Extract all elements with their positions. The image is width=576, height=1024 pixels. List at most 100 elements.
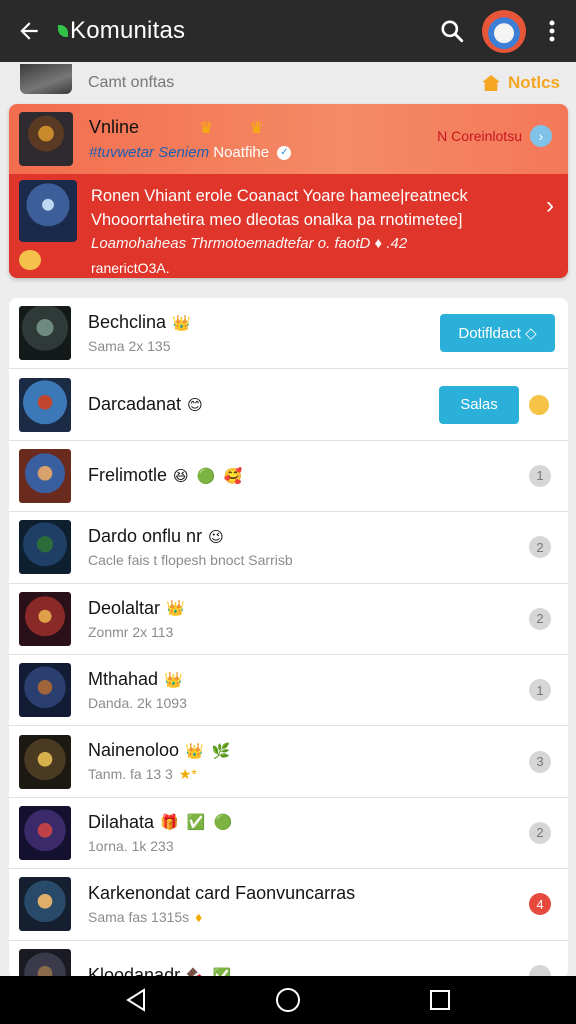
nav-home-button[interactable] bbox=[268, 980, 308, 1020]
emoji-icon: 🎁 ✅ 🟢 bbox=[160, 814, 235, 832]
notice-button[interactable]: Notlcs bbox=[482, 73, 560, 93]
list-item-name-row: Dardo onflu nr 😉 bbox=[88, 526, 529, 547]
list-item-meta-text: Sama fas 1315s bbox=[88, 909, 190, 926]
list-item-meta: Sama fas 1315s ♦ bbox=[88, 909, 529, 925]
strip-label: Camt onftas bbox=[88, 74, 175, 91]
list-item-name-row: Mthahad 👑 bbox=[88, 669, 529, 690]
list-item-info: Frelimotle 😆 🟢 🥰 bbox=[88, 465, 529, 486]
list-item[interactable]: Darcadanat 😊 Salas bbox=[9, 369, 568, 441]
list-item-name-row: Frelimotle 😆 🟢 🥰 bbox=[88, 465, 529, 486]
list-item-meta: Sama 2x 135 bbox=[88, 338, 440, 354]
avatar bbox=[19, 805, 71, 860]
featured-contact-button[interactable]: N Coreinlotsu › bbox=[437, 125, 552, 147]
list-item[interactable]: Mthahad 👑 Danda. 2k 1093 1 bbox=[9, 655, 568, 727]
list-item[interactable]: Kloodanadr 🍫 ✅ bbox=[9, 941, 568, 978]
list-item-name-row: Dilahata 🎁 ✅ 🟢 bbox=[88, 812, 529, 833]
message-line: Loamohaheas Thrmotoemadtefar o. faotD ♦ … bbox=[91, 235, 408, 252]
strip-thumbnail bbox=[20, 64, 72, 94]
emoji-icon: 😉 bbox=[208, 528, 226, 546]
app-title: Komunitas bbox=[58, 17, 185, 45]
featured-message[interactable]: Ronen Vhiant erole Coanact Yoare hamee|r… bbox=[9, 174, 568, 278]
list-item-name-row: Deolaltar 👑 bbox=[88, 598, 529, 619]
avatar bbox=[19, 520, 71, 575]
list-item-name: Karkenondat card Faonvuncarras bbox=[88, 883, 356, 904]
avatar bbox=[19, 377, 71, 432]
featured-subtitle: #tuvwetar Seniem Noatfihe ✓ bbox=[89, 144, 292, 161]
list-item[interactable]: Nainenoloo 👑 🌿 Tanm. fa 13 3 ★* 3 bbox=[9, 726, 568, 798]
list-item-meta: Danda. 2k 1093 bbox=[88, 695, 529, 711]
smiley-icon bbox=[529, 394, 549, 415]
community-list: Bechclina 👑 Sama 2x 135 Dotifldact ◇ Darcada… bbox=[9, 298, 568, 978]
avatar bbox=[19, 591, 71, 646]
list-item-meta-text: Zonmr 2x 113 bbox=[88, 623, 174, 640]
featured-handle: #tuvwetar Seniem bbox=[89, 144, 210, 161]
featured-card[interactable]: Vnline ♛ ♛ #tuvwetar Seniem Noatfihe ✓ N… bbox=[9, 104, 568, 278]
list-item-meta: Zonmr 2x 113 bbox=[88, 624, 529, 640]
nav-recents-button[interactable] bbox=[420, 980, 460, 1020]
profile-avatar[interactable] bbox=[482, 9, 526, 53]
unread-badge: 2 bbox=[529, 607, 551, 630]
list-item[interactable]: Karkenondat card Faonvuncarras Sama fas 1… bbox=[9, 869, 568, 941]
list-item-meta-text: Sama 2x 135 bbox=[88, 338, 171, 355]
featured-category: Noatfihe bbox=[213, 144, 270, 161]
list-item[interactable]: Deolaltar 👑 Zonmr 2x 113 2 bbox=[9, 584, 568, 655]
avatar bbox=[19, 948, 71, 978]
featured-avatar bbox=[19, 112, 73, 166]
avatar bbox=[19, 734, 71, 789]
list-item-info: Dardo onflu nr 😉 Cacle fais t flopesh bnoc… bbox=[88, 526, 529, 568]
chevron-right-icon[interactable]: › bbox=[546, 192, 554, 220]
list-item-name-row: Nainenoloo 👑 🌿 bbox=[88, 740, 529, 761]
star-icon: ♦ bbox=[195, 909, 203, 926]
list-item-info: Mthahad 👑 Danda. 2k 1093 bbox=[88, 669, 529, 711]
emoji-icon: 👑 🌿 bbox=[185, 742, 233, 760]
notice-label: Notlcs bbox=[508, 73, 560, 92]
list-item-name-row: Karkenondat card Faonvuncarras bbox=[88, 883, 529, 904]
home-circle-icon bbox=[276, 988, 300, 1012]
crown-icon: ♛ bbox=[199, 119, 214, 137]
list-item-name: Frelimotle bbox=[88, 465, 168, 486]
star-icon: ★* bbox=[178, 766, 197, 783]
list-item[interactable]: Dilahata 🎁 ✅ 🟢 1orna. 1k 233 2 bbox=[9, 798, 568, 870]
avatar bbox=[19, 306, 71, 361]
crown-icon: ♛ bbox=[249, 119, 264, 137]
avatar bbox=[19, 877, 71, 932]
list-item-name: Deolaltar bbox=[88, 597, 161, 618]
leaf-icon bbox=[58, 25, 68, 37]
list-item-meta: Cacle fais t flopesh bnoct Sarrisb bbox=[88, 552, 529, 568]
unread-badge: 1 bbox=[529, 679, 551, 702]
list-item-meta-text: 1orna. 1k 233 bbox=[88, 837, 174, 854]
list-item-meta: Tanm. fa 13 3 ★* bbox=[88, 766, 529, 783]
more-options-button[interactable] bbox=[538, 0, 566, 62]
action-button[interactable]: Salas bbox=[439, 385, 519, 424]
list-item[interactable]: Bechclina 👑 Sama 2x 135 Dotifldact ◇ bbox=[9, 298, 568, 370]
list-item-meta-text: Cacle fais t flopesh bnoct Sarrisb bbox=[88, 552, 293, 569]
emoji-icon: 👑 bbox=[164, 671, 185, 689]
back-arrow-icon bbox=[20, 22, 38, 40]
list-item-info: Darcadanat 😊 bbox=[88, 394, 439, 415]
featured-name: Vnline bbox=[89, 117, 140, 137]
emoji-icon: 👑 bbox=[166, 600, 187, 618]
contact-label: N Coreinlotsu bbox=[437, 128, 522, 144]
list-item-name: Mthahad bbox=[88, 669, 159, 690]
list-item-name: Dilahata bbox=[88, 811, 155, 832]
featured-header: Vnline ♛ ♛ #tuvwetar Seniem Noatfihe ✓ N… bbox=[9, 104, 568, 174]
recents-square-icon bbox=[430, 990, 450, 1010]
message-text: Ronen Vhiant erole Coanact Yoare hamee|r… bbox=[91, 184, 520, 278]
back-button[interactable] bbox=[0, 0, 58, 62]
message-avatar bbox=[19, 180, 77, 242]
list-item[interactable]: Dardo onflu nr 😉 Cacle fais t flopesh bnoc… bbox=[9, 512, 568, 584]
list-item-info: Karkenondat card Faonvuncarras Sama fas 1… bbox=[88, 883, 529, 925]
nav-back-button[interactable] bbox=[116, 980, 156, 1020]
contact-button[interactable]: Dotifldact ◇ bbox=[440, 314, 555, 353]
search-icon bbox=[441, 20, 464, 43]
featured-name-row: Vnline ♛ ♛ bbox=[89, 117, 291, 138]
list-item[interactable]: Frelimotle 😆 🟢 🥰 1 bbox=[9, 441, 568, 513]
notice-strip: Camt onftas Notlcs bbox=[0, 62, 576, 104]
list-item-meta-text: Danda. 2k 1093 bbox=[88, 695, 187, 712]
search-button[interactable] bbox=[432, 0, 472, 62]
list-item-name: Nainenoloo bbox=[88, 740, 180, 761]
list-item-info: Dilahata 🎁 ✅ 🟢 1orna. 1k 233 bbox=[88, 812, 529, 854]
emoji-icon: 😊 bbox=[187, 396, 205, 414]
message-line: ranerictO3A. bbox=[91, 260, 170, 276]
list-item-name-row: Darcadanat 😊 bbox=[88, 394, 439, 415]
